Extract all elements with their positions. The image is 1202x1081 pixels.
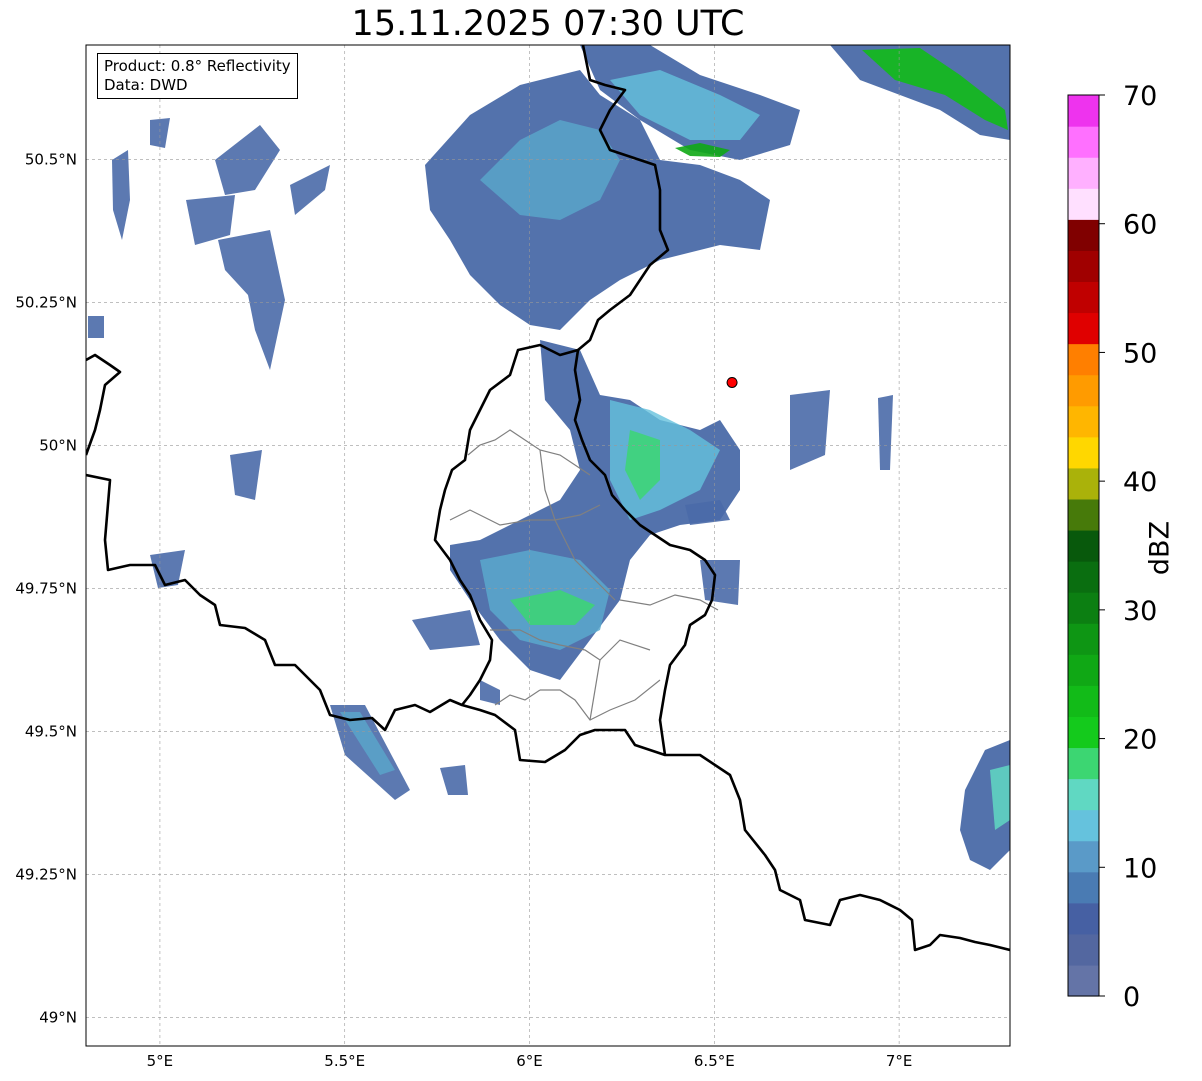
lon-tick-label: 7°E: [886, 1052, 913, 1070]
colorbar-tick-label: 40: [1123, 467, 1157, 498]
info-box: Product: 0.8° Reflectivity Data: DWD: [97, 53, 298, 99]
colorbar-segment: [1068, 343, 1099, 376]
lon-tick-label: 5°E: [147, 1052, 174, 1070]
lon-tick-label: 6°E: [516, 1052, 543, 1070]
colorbar-tick-label: 60: [1123, 210, 1157, 241]
colorbar-segment: [1068, 374, 1099, 407]
colorbar-tick-label: 70: [1123, 81, 1157, 112]
colorbar-segment: [1068, 188, 1099, 220]
colorbar-segment: [1068, 840, 1099, 873]
lon-tick-label: 5.5°E: [324, 1052, 365, 1070]
colorbar-tick-label: 50: [1123, 338, 1157, 369]
colorbar-segment: [1068, 747, 1099, 780]
colorbar-segment: [1068, 126, 1099, 158]
lat-tick-label: 49.25°N: [15, 865, 77, 883]
echo-region: [480, 680, 500, 705]
colorbar-tick-label: 10: [1123, 853, 1157, 884]
colorbar-tick-label: 30: [1123, 596, 1157, 627]
colorbar-segment: [1068, 157, 1099, 189]
echo-region: [112, 150, 130, 240]
colorbar-segment: [1068, 778, 1099, 811]
lat-tick-label: 50°N: [39, 436, 77, 454]
colorbar-segment: [1068, 623, 1099, 655]
colorbar-segment: [1068, 312, 1099, 345]
radar-site-marker: [726, 376, 738, 388]
canton-boundary: [619, 594, 719, 611]
colorbar-segment: [1068, 902, 1099, 935]
canton-boundary: [589, 659, 601, 721]
colorbar-segment: [1068, 498, 1099, 531]
radar-map: 5°E 5.5°E 6°E 6.5°E 7°E 49°N 49.25°N 49.5°N 49.…: [15, 44, 1157, 1070]
colorbar-segment: [1068, 436, 1099, 469]
reflectivity-echoes: [88, 45, 1010, 870]
lon-tick-label: 6.5°E: [694, 1052, 735, 1070]
canton-boundary: [494, 689, 541, 706]
echo-region: [215, 125, 280, 195]
colorbar-segment: [1068, 529, 1099, 562]
colorbar-segment: [1068, 467, 1099, 500]
canton-boundary: [540, 679, 661, 721]
colorbar-segment: [1068, 219, 1099, 251]
colorbar-tick-label: 0: [1123, 982, 1140, 1013]
colorbar-segment: [1068, 250, 1099, 283]
colorbar-segment: [1068, 871, 1099, 904]
colorbar-segment: [1068, 933, 1099, 966]
colorbar-segment: [1068, 405, 1099, 438]
echo-region: [186, 195, 235, 245]
echo-region: [790, 390, 830, 470]
echo-region: [290, 165, 330, 215]
lat-tick-label: 50.25°N: [15, 293, 77, 311]
colorbar: [1068, 95, 1099, 997]
lat-tick-label: 49.75°N: [15, 579, 77, 597]
colorbar-segment: [1068, 685, 1099, 717]
colorbar-segment: [1068, 95, 1099, 127]
echo-region: [412, 610, 480, 650]
lat-tick-label: 50.5°N: [25, 150, 77, 168]
colorbar-segment: [1068, 809, 1099, 842]
data-source-label: Data: DWD: [104, 76, 188, 94]
colorbar-segment: [1068, 964, 1099, 997]
colorbar-segment: [1068, 716, 1099, 749]
echo-region: [230, 450, 262, 500]
lat-tick-label: 49°N: [39, 1008, 77, 1026]
colorbar-tick-label: 20: [1123, 725, 1157, 756]
echo-region: [88, 316, 104, 338]
national-border: [86, 353, 122, 456]
colorbar-segment: [1068, 281, 1099, 314]
lat-tick-label: 49.5°N: [25, 722, 77, 740]
latitude-tick-labels: 49°N 49.25°N 49.5°N 49.75°N 50°N 50.25°N 50.5°…: [15, 150, 77, 1026]
product-label: Product: 0.8° Reflectivity: [104, 57, 291, 75]
colorbar-unit-label: dBZ: [1144, 520, 1176, 576]
colorbar-segment: [1068, 654, 1099, 686]
echo-region: [218, 230, 285, 370]
longitude-tick-labels: 5°E 5.5°E 6°E 6.5°E 7°E: [147, 1052, 913, 1070]
colorbar-segment: [1068, 561, 1099, 593]
colorbar-segment: [1068, 592, 1099, 624]
echo-region: [700, 560, 740, 605]
echo-region: [440, 765, 468, 795]
echo-region: [878, 395, 893, 470]
